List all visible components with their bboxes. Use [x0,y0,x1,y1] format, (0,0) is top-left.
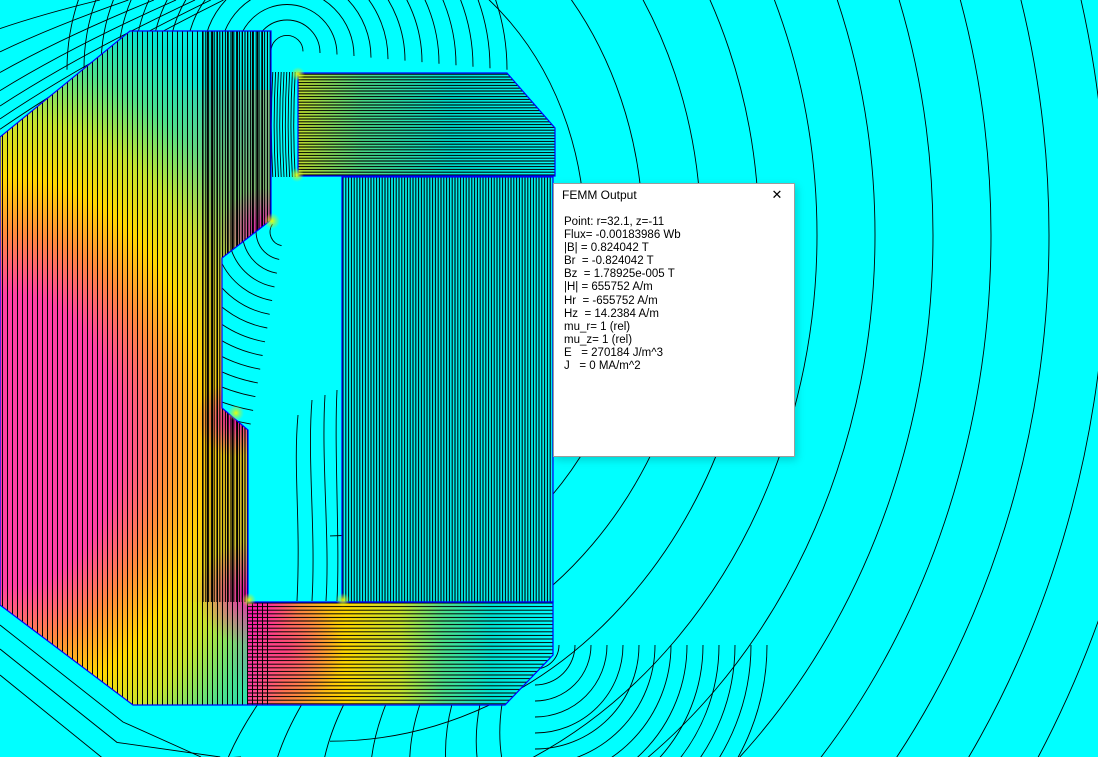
field-plot[interactable] [0,0,1098,757]
coil-region [342,177,553,602]
readout-line: Flux= -0.00183986 Wb [564,229,681,242]
magnet-region [298,73,555,176]
close-icon[interactable]: ✕ [760,184,794,206]
readout-line: mu_r= 1 (rel) [564,320,631,333]
output-readout: Point: r=32.1, z=-11 Flux= -0.00183986 W… [554,206,794,456]
readout-line: |H| = 655752 A/m [564,281,653,294]
readout-line: E = 270184 J/m^3 [564,346,664,359]
dialog-titlebar[interactable]: FEMM Output ✕ [554,184,794,206]
readout-line: Bz = 1.78925e-005 T [564,268,675,281]
femm-magnetics-view: FEMM Output ✕ Point: r=32.1, z=-11 Flux=… [0,0,1098,757]
readout-line: J = 0 MA/m^2 [564,360,641,373]
femm-output-dialog: FEMM Output ✕ Point: r=32.1, z=-11 Flux=… [553,183,795,457]
readout-line: Hr = -655752 A/m [564,294,658,307]
dialog-title: FEMM Output [562,188,637,202]
readout-line: Hz = 14.2384 A/m [564,307,659,320]
readout-line: Point: r=32.1, z=-11 [564,216,665,228]
readout-line: mu_z= 1 (rel) [564,333,633,346]
readout-line: Br = -0.824042 T [564,255,654,268]
readout-line: |B| = 0.824042 T [564,242,649,255]
